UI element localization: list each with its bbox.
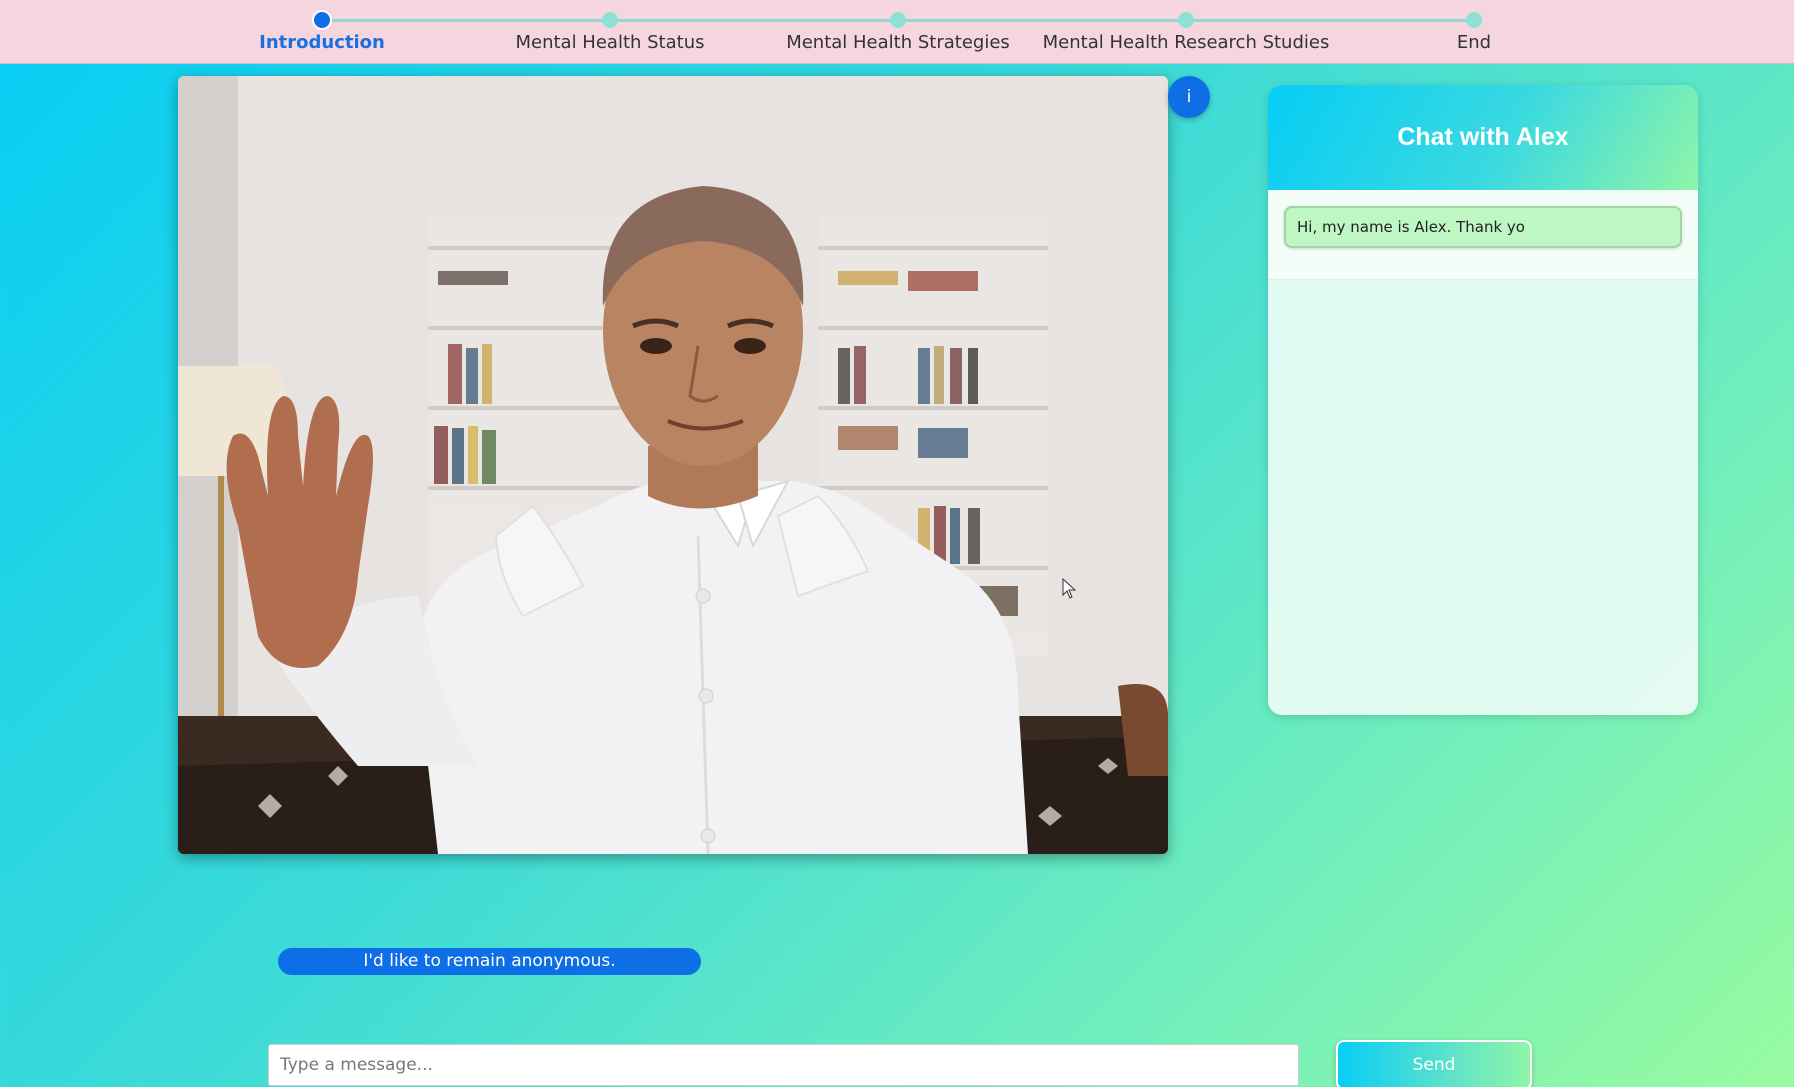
mouse-cursor-icon bbox=[1062, 578, 1077, 599]
step-label: Introduction bbox=[259, 32, 385, 53]
chat-message-bubble: Hi, my name is Alex. Thank yo bbox=[1284, 206, 1682, 248]
step-mental-health-strategies[interactable]: Mental Health Strategies bbox=[748, 10, 1048, 53]
progress-bar: Introduction Mental Health Status Mental… bbox=[0, 0, 1794, 64]
chat-messages: Hi, my name is Alex. Thank yo bbox=[1268, 190, 1698, 280]
send-button[interactable]: Send bbox=[1336, 1040, 1532, 1087]
step-label: End bbox=[1456, 32, 1492, 53]
chat-panel: Chat with Alex Hi, my name is Alex. Than… bbox=[1268, 85, 1698, 715]
step-mental-health-status[interactable]: Mental Health Status bbox=[460, 10, 760, 53]
message-input[interactable] bbox=[268, 1044, 1299, 1086]
step-label: Mental Health Research Studies bbox=[1042, 32, 1330, 53]
step-mental-health-research-studies[interactable]: Mental Health Research Studies bbox=[1036, 10, 1336, 53]
chat-header: Chat with Alex bbox=[1268, 85, 1698, 190]
info-button[interactable]: i bbox=[1168, 76, 1210, 118]
step-dot bbox=[1466, 12, 1482, 28]
step-end[interactable]: End bbox=[1324, 10, 1624, 53]
suggested-reply-button[interactable]: I'd like to remain anonymous. bbox=[278, 948, 701, 975]
step-label: Mental Health Strategies bbox=[786, 32, 1010, 53]
avatar-scene bbox=[178, 76, 1168, 854]
step-dot bbox=[890, 12, 906, 28]
chat-title: Chat with Alex bbox=[1397, 123, 1569, 151]
avatar-video[interactable] bbox=[178, 76, 1168, 854]
step-introduction[interactable]: Introduction bbox=[172, 10, 472, 53]
step-label: Mental Health Status bbox=[515, 32, 705, 53]
step-dot bbox=[602, 12, 618, 28]
step-dot-active bbox=[312, 10, 332, 30]
step-dot bbox=[1178, 12, 1194, 28]
